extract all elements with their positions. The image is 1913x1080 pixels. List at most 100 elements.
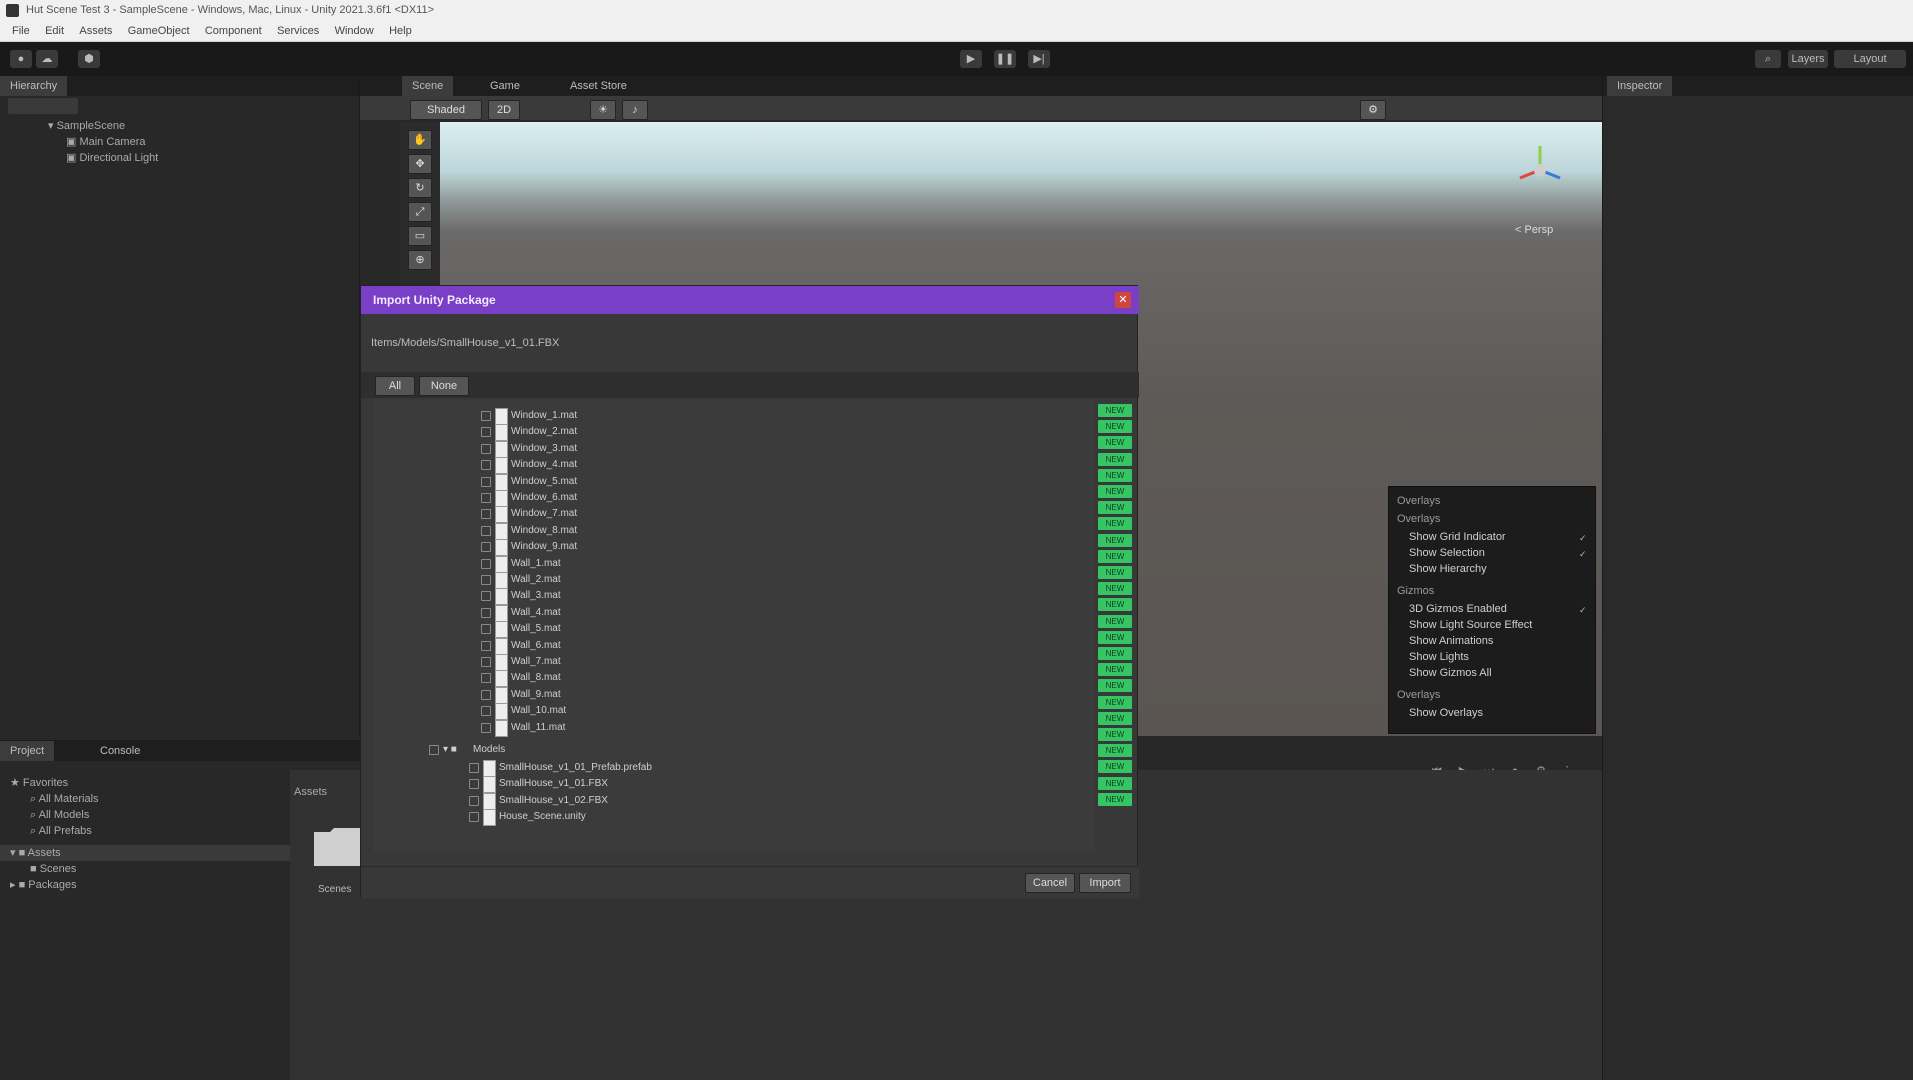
checkbox-icon[interactable] <box>481 525 491 536</box>
hierarchy-item[interactable]: ▾ SampleScene <box>48 118 125 134</box>
checkbox-icon[interactable] <box>469 812 479 823</box>
project-tree-item[interactable]: ⌕ All Models <box>30 807 89 823</box>
overlay-option[interactable]: Show Selection <box>1409 545 1485 561</box>
checkbox-icon[interactable] <box>481 476 491 487</box>
tab-console[interactable]: Console <box>90 741 150 761</box>
import-file-row[interactable]: House_Scene.unity <box>469 809 799 827</box>
dialog-file-list[interactable]: Window_1.mat Window_2.mat Window_3.mat Wind… <box>373 400 1132 852</box>
search-icon[interactable]: ⌕ <box>1755 50 1781 68</box>
import-button[interactable]: Import <box>1079 873 1131 893</box>
select-none-button[interactable]: None <box>419 376 469 396</box>
audio-toggle-icon[interactable]: ♪ <box>622 100 648 120</box>
checkbox-icon[interactable] <box>481 722 491 733</box>
overlay-option[interactable]: Show Hierarchy <box>1409 561 1487 577</box>
import-file-row[interactable]: Window_9.mat <box>481 539 781 557</box>
import-file-row[interactable]: Window_8.mat <box>481 522 781 540</box>
checkbox-icon[interactable] <box>481 673 491 684</box>
checkbox-icon[interactable] <box>469 779 479 790</box>
hand-tool-icon[interactable]: ✋ <box>408 130 432 150</box>
import-file-row[interactable]: Wall_1.mat <box>481 555 781 573</box>
checkbox-icon[interactable] <box>481 706 491 717</box>
collab-icon[interactable]: ⬢ <box>78 50 100 68</box>
import-file-row[interactable]: Wall_4.mat <box>481 604 781 622</box>
rect-tool-icon[interactable]: ▭ <box>408 226 432 246</box>
pause-button[interactable]: ❚❚ <box>994 50 1016 68</box>
menu-help[interactable]: Help <box>389 25 412 37</box>
folder-label[interactable]: Scenes <box>318 884 351 895</box>
overlay-option[interactable]: Show Gizmos All <box>1409 665 1492 681</box>
overlay-option[interactable]: Show Light Source Effect <box>1409 617 1532 633</box>
import-file-row[interactable]: Wall_7.mat <box>481 654 781 671</box>
checkbox-icon[interactable] <box>481 640 491 651</box>
menu-services[interactable]: Services <box>277 25 319 37</box>
orientation-gizmo-icon[interactable] <box>1510 140 1570 200</box>
import-file-row[interactable]: Window_6.mat <box>481 490 781 507</box>
layers-dropdown[interactable]: Layers <box>1788 50 1828 68</box>
hierarchy-item[interactable]: ▣ Directional Light <box>66 150 158 166</box>
checkbox-icon[interactable] <box>481 689 491 700</box>
tab-scene[interactable]: Scene <box>402 76 454 96</box>
menu-window[interactable]: Window <box>335 25 374 37</box>
perspective-label[interactable]: < Persp <box>1515 224 1553 236</box>
checkbox-icon[interactable] <box>481 460 491 471</box>
cancel-button[interactable]: Cancel <box>1025 873 1075 893</box>
checkbox-icon[interactable] <box>429 745 439 755</box>
select-all-button[interactable]: All <box>375 376 415 396</box>
menu-gameobject[interactable]: GameObject <box>128 25 190 37</box>
checkbox-icon[interactable] <box>481 624 491 635</box>
rotate-tool-icon[interactable]: ↻ <box>408 178 432 198</box>
import-folder-row[interactable]: ▾ ■ Models <box>429 742 629 757</box>
cloud-icon[interactable]: ☁ <box>36 50 58 68</box>
layout-dropdown[interactable]: Layout <box>1834 50 1906 68</box>
import-file-row[interactable]: Wall_6.mat <box>481 637 781 655</box>
import-file-row[interactable]: Wall_11.mat <box>481 719 781 737</box>
import-file-row[interactable]: Wall_3.mat <box>481 588 781 606</box>
project-breadcrumb[interactable]: Assets <box>294 784 327 800</box>
tab-inspector[interactable]: Inspector <box>1607 76 1673 96</box>
hierarchy-search-input[interactable] <box>8 98 78 114</box>
overlay-option[interactable]: Show Grid Indicator <box>1409 529 1506 545</box>
move-tool-icon[interactable]: ✥ <box>408 154 432 174</box>
hierarchy-item[interactable]: ▣ Main Camera <box>66 134 145 150</box>
tab-asset-store[interactable]: Asset Store <box>560 76 637 96</box>
checkbox-icon[interactable] <box>481 427 491 438</box>
menu-component[interactable]: Component <box>205 25 262 37</box>
account-icon[interactable]: ● <box>10 50 32 68</box>
checkbox-icon[interactable] <box>481 558 491 569</box>
import-file-row[interactable]: SmallHouse_v1_01.FBX <box>469 776 799 794</box>
shading-mode-dropdown[interactable]: Shaded <box>410 100 482 120</box>
checkbox-icon[interactable] <box>469 763 479 773</box>
toggle-2d-button[interactable]: 2D <box>488 100 520 120</box>
overlay-option[interactable]: Show Animations <box>1409 633 1493 649</box>
tab-hierarchy[interactable]: Hierarchy <box>0 76 68 96</box>
project-tree-item[interactable]: ⌕ All Prefabs <box>30 823 92 839</box>
checkbox-icon[interactable] <box>481 591 491 602</box>
menu-file[interactable]: File <box>12 25 30 37</box>
step-button[interactable]: ▶| <box>1028 50 1050 68</box>
project-tree-item[interactable]: ★ Favorites <box>10 775 68 791</box>
menu-assets[interactable]: Assets <box>79 25 112 37</box>
import-file-row[interactable]: SmallHouse_v1_01_Prefab.prefab <box>469 760 799 777</box>
checkbox-icon[interactable] <box>481 493 491 503</box>
import-file-row[interactable]: Wall_5.mat <box>481 621 781 639</box>
import-file-row[interactable]: Window_3.mat <box>481 440 781 458</box>
checkbox-icon[interactable] <box>481 443 491 454</box>
checkbox-icon[interactable] <box>481 575 491 585</box>
overlay-option[interactable]: 3D Gizmos Enabled <box>1409 601 1507 617</box>
import-file-row[interactable]: Wall_10.mat <box>481 703 781 721</box>
play-button[interactable]: ▶ <box>960 50 982 68</box>
checkbox-icon[interactable] <box>481 411 491 421</box>
import-file-row[interactable]: Wall_2.mat <box>481 572 781 589</box>
scale-tool-icon[interactable]: ⤢ <box>408 202 432 222</box>
import-file-row[interactable]: Window_1.mat <box>481 408 781 425</box>
checkbox-icon[interactable] <box>469 795 479 806</box>
tab-game[interactable]: Game <box>480 76 530 96</box>
transform-tool-icon[interactable]: ⊕ <box>408 250 432 270</box>
folder-icon[interactable] <box>312 824 364 868</box>
menu-edit[interactable]: Edit <box>45 25 64 37</box>
checkbox-icon[interactable] <box>481 509 491 520</box>
overlay-option[interactable]: Show Lights <box>1409 649 1469 665</box>
import-file-row[interactable]: Wall_8.mat <box>481 670 781 688</box>
overlay-option[interactable]: Show Overlays <box>1409 705 1483 721</box>
import-file-row[interactable]: Window_7.mat <box>481 506 781 524</box>
